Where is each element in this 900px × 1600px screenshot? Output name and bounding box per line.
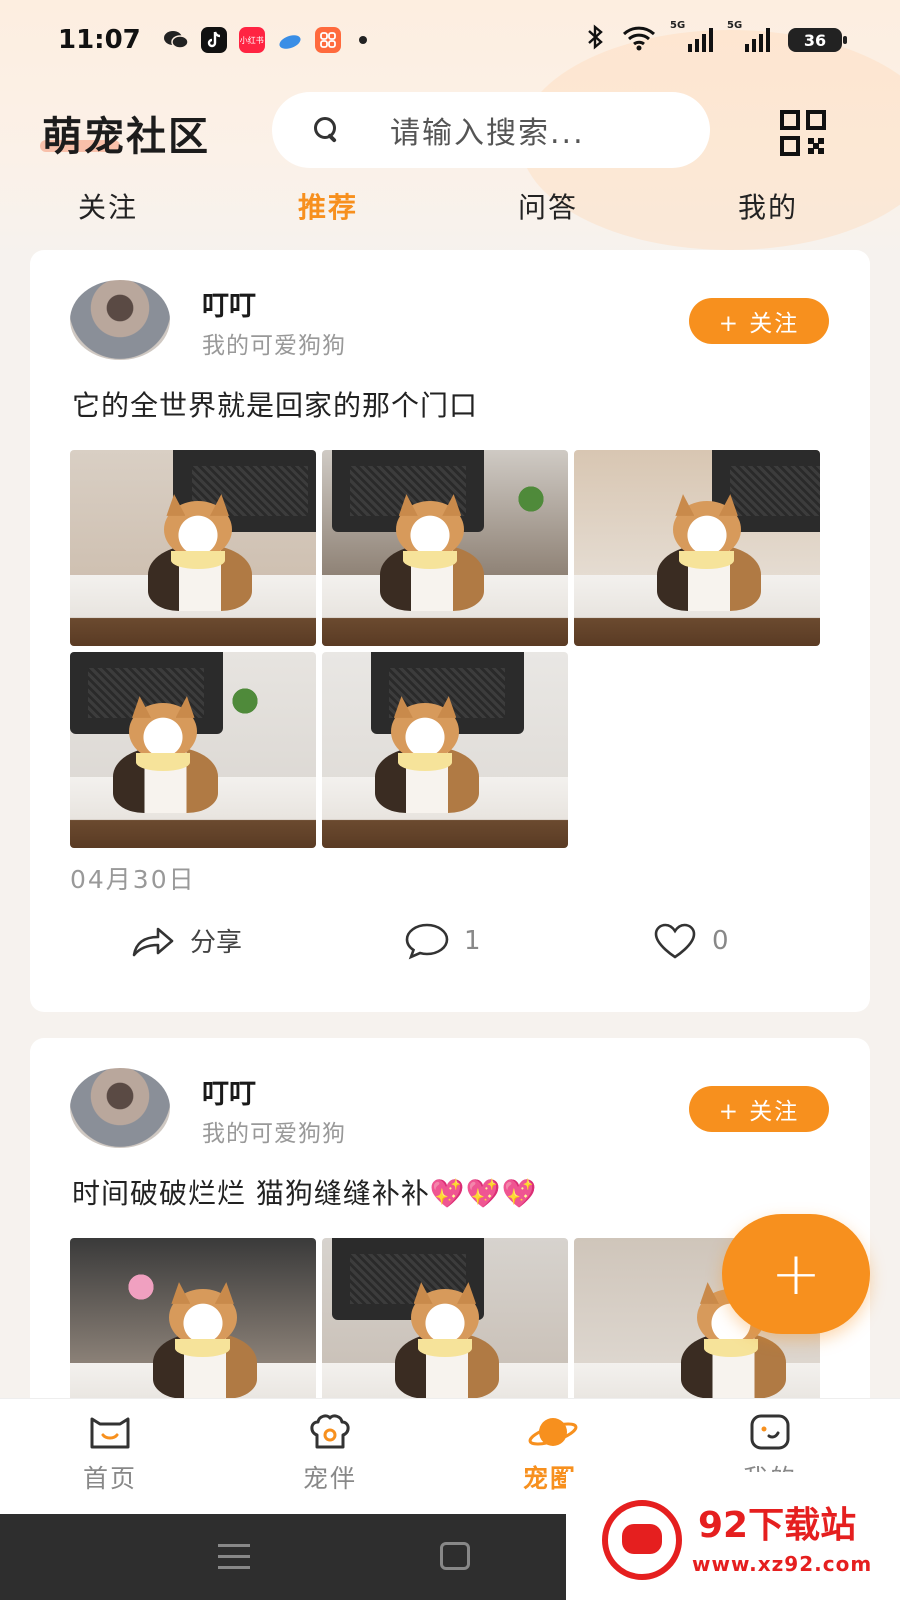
wifi-icon xyxy=(622,25,656,55)
signal-icon-2: 5G xyxy=(727,20,770,52)
home-cat-icon xyxy=(87,1413,133,1451)
watermark-logo-icon xyxy=(602,1500,682,1580)
tab-mine[interactable]: 我的 xyxy=(738,186,798,226)
post-username[interactable]: 叮叮 xyxy=(202,284,256,323)
create-post-button[interactable]: + xyxy=(722,1214,870,1334)
post-photo[interactable] xyxy=(70,450,316,646)
qr-code-icon[interactable] xyxy=(780,110,826,156)
follow-button[interactable]: + 关注 xyxy=(689,1086,829,1132)
share-icon xyxy=(132,927,174,956)
heart-icon xyxy=(654,923,696,959)
bluetooth-icon xyxy=(586,24,604,56)
follow-button[interactable]: + 关注 xyxy=(689,298,829,344)
face-icon xyxy=(747,1413,793,1451)
nav-item-home[interactable]: 首页 xyxy=(50,1413,170,1495)
xiaohongshu-icon: 小红书 xyxy=(238,27,265,53)
grid-app-icon xyxy=(314,27,341,53)
watermark-title: 92下载站 xyxy=(698,1505,857,1546)
like-count: 0 xyxy=(712,926,729,956)
avatar[interactable] xyxy=(70,280,170,360)
post-photo[interactable] xyxy=(322,450,568,646)
nav-label-home: 首页 xyxy=(82,1464,137,1493)
post-actions: 分享 1 0 xyxy=(30,910,870,970)
status-clock: 11:07 xyxy=(58,25,141,55)
post-photo[interactable] xyxy=(322,652,568,848)
search-input[interactable]: 请输入搜索... xyxy=(272,92,710,168)
share-label: 分享 xyxy=(190,928,243,958)
post-photo[interactable] xyxy=(574,450,820,646)
nav-item-companion[interactable]: 宠伴 xyxy=(270,1413,390,1495)
post-photo[interactable] xyxy=(70,652,316,848)
avatar[interactable] xyxy=(70,1068,170,1148)
wechat-icon xyxy=(163,27,189,53)
tab-qa[interactable]: 问答 xyxy=(518,186,578,226)
post-card[interactable]: 叮叮 我的可爱狗狗 + 关注 它的全世界就是回家的那个门口 04月30日 分享 … xyxy=(30,250,870,1012)
post-user-subtitle: 我的可爱狗狗 xyxy=(202,1121,346,1147)
like-button[interactable]: 0 xyxy=(652,922,729,960)
post-username[interactable]: 叮叮 xyxy=(202,1072,256,1111)
page-title: 萌宠社区 xyxy=(42,114,210,160)
signal-tag-1: 5G xyxy=(670,20,686,31)
chef-hat-icon xyxy=(307,1413,353,1451)
tab-follow[interactable]: 关注 xyxy=(78,186,138,226)
watermark-url: www.xz92.com xyxy=(692,1552,873,1576)
comment-count: 1 xyxy=(464,926,481,956)
planet-icon xyxy=(527,1413,578,1451)
cloud-icon xyxy=(277,27,303,53)
status-bar: 11:07 小红书 5G 5G 36 xyxy=(0,0,900,80)
nav-label-companion: 宠伴 xyxy=(302,1464,357,1493)
signal-tag-2: 5G xyxy=(727,20,743,31)
share-button[interactable]: 分享 xyxy=(130,922,242,959)
home-button-icon[interactable] xyxy=(440,1542,470,1570)
post-date: 04月30日 xyxy=(70,865,196,894)
tab-recommend[interactable]: 推荐 xyxy=(298,186,358,226)
battery-icon: 36 xyxy=(788,28,847,52)
notification-dot-icon xyxy=(358,36,367,44)
xiaohongshu-label: 小红书 xyxy=(239,35,264,45)
feed-tabs: 关注 推荐 问答 我的 xyxy=(0,186,900,236)
comment-button[interactable]: 1 xyxy=(404,922,481,960)
app-header: 萌宠社区 请输入搜索... xyxy=(0,88,900,172)
post-text[interactable]: 时间破破烂烂 猫狗缝缝补补💖💖💖 xyxy=(72,1172,538,1212)
search-placeholder: 请输入搜索... xyxy=(390,116,585,151)
post-text[interactable]: 它的全世界就是回家的那个门口 xyxy=(72,384,478,424)
tiktok-icon xyxy=(200,27,227,53)
signal-icon-1: 5G xyxy=(670,20,713,52)
watermark: 92下载站 www.xz92.com xyxy=(566,1472,900,1600)
comment-icon xyxy=(405,923,449,960)
search-icon xyxy=(312,115,342,145)
post-user-subtitle: 我的可爱狗狗 xyxy=(202,333,346,359)
recent-apps-icon[interactable] xyxy=(218,1544,250,1570)
